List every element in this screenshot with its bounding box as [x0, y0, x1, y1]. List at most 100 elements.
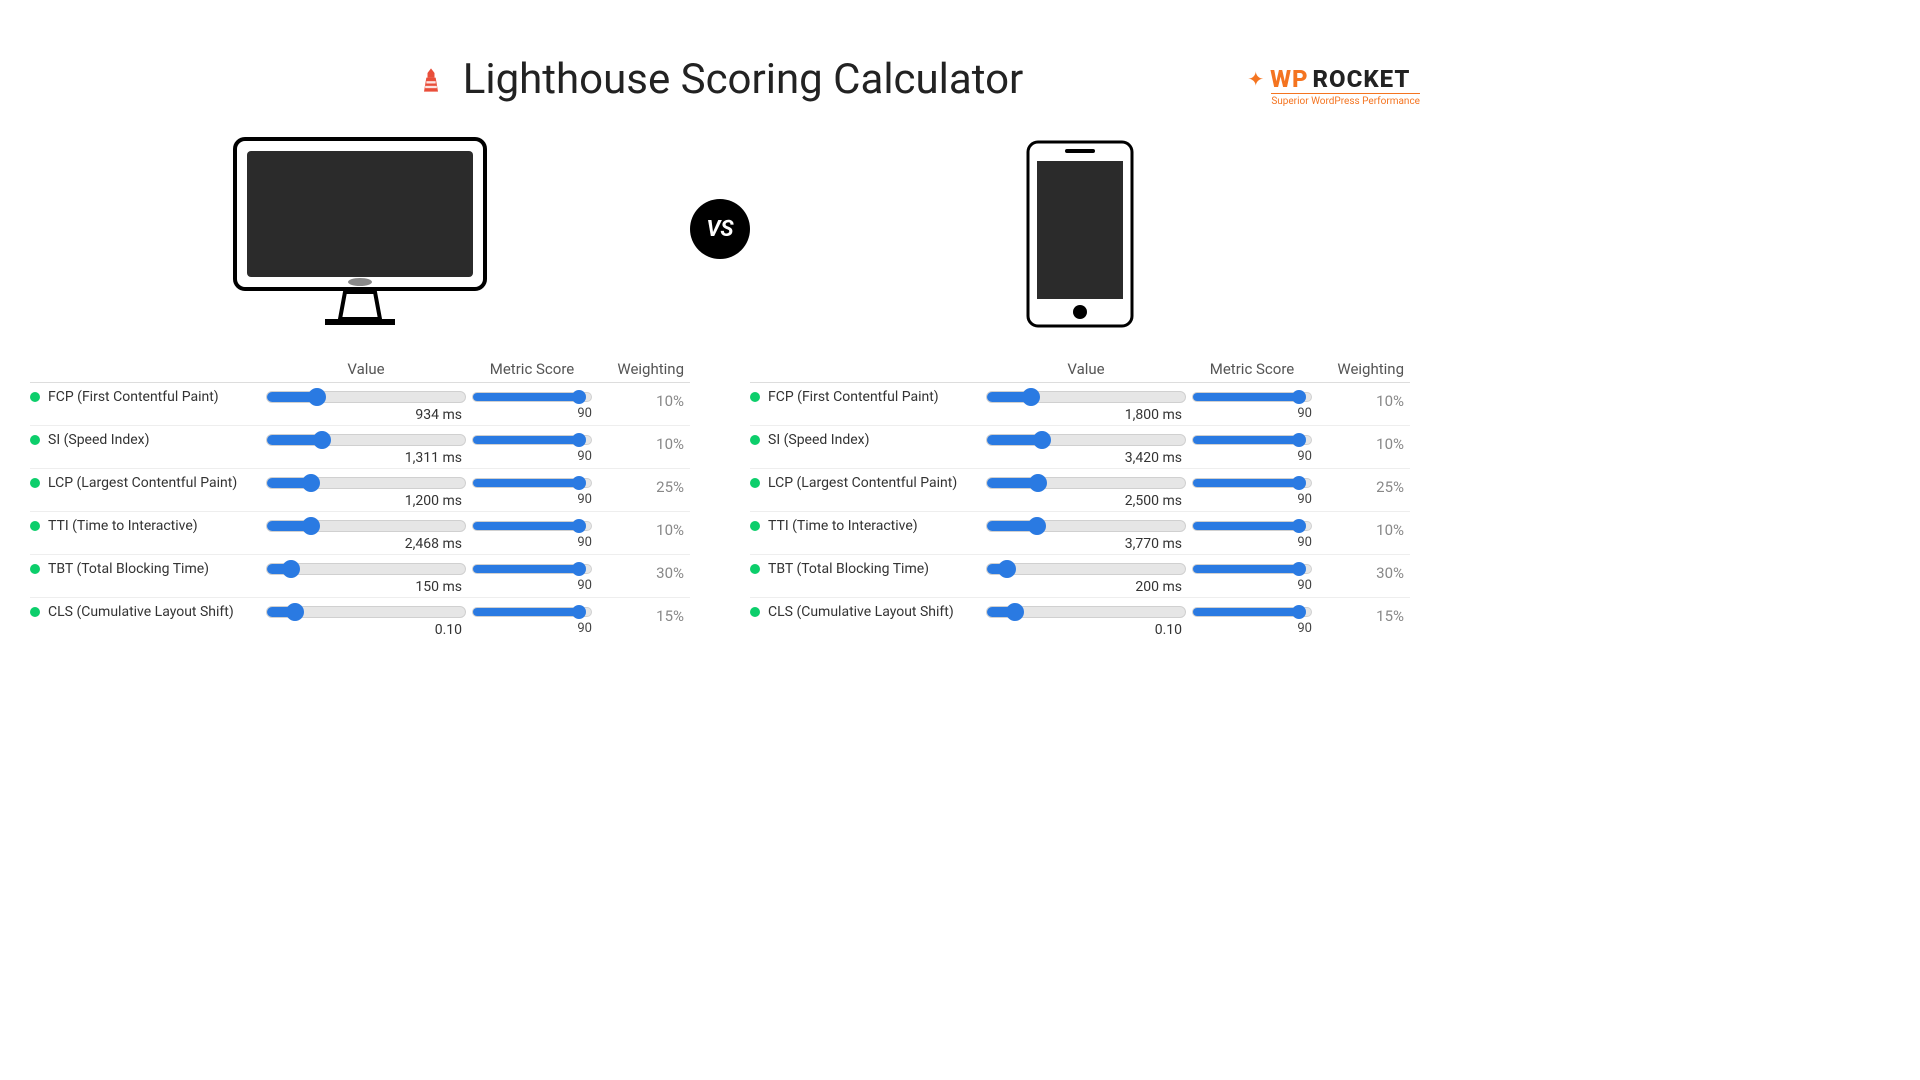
slider-thumb[interactable]: [313, 431, 331, 449]
score-cell: 90: [1192, 389, 1312, 421]
score-text: 90: [1297, 578, 1312, 593]
slider-thumb[interactable]: [572, 562, 586, 576]
value-cell: 1,311 ms: [266, 432, 466, 466]
score-text: 90: [1297, 449, 1312, 464]
slider-thumb[interactable]: [1292, 390, 1306, 404]
metric-label: SI (Speed Index): [750, 432, 980, 448]
score-slider[interactable]: [1192, 435, 1312, 445]
score-slider[interactable]: [1192, 478, 1312, 488]
status-dot-icon: [30, 392, 40, 402]
page-title-row: Lighthouse Scoring Calculator: [0, 55, 1440, 104]
value-slider[interactable]: [986, 606, 1186, 618]
mobile-icon: [1025, 139, 1135, 329]
slider-thumb[interactable]: [1292, 433, 1306, 447]
value-slider[interactable]: [986, 563, 1186, 575]
slider-thumb[interactable]: [1006, 603, 1024, 621]
slider-thumb[interactable]: [1292, 605, 1306, 619]
metric-label: TTI (Time to Interactive): [30, 518, 260, 534]
score-slider[interactable]: [472, 435, 592, 445]
status-dot-icon: [750, 564, 760, 574]
value-slider[interactable]: [266, 563, 466, 575]
score-text: 90: [577, 492, 592, 507]
slider-thumb[interactable]: [1028, 517, 1046, 535]
weight-text: 10%: [1318, 518, 1408, 539]
metric-row: LCP (Largest Contentful Paint) 2,500 ms90…: [750, 469, 1410, 512]
slider-thumb[interactable]: [572, 433, 586, 447]
score-cell: 90: [472, 475, 592, 507]
value-slider[interactable]: [986, 434, 1186, 446]
score-slider[interactable]: [472, 607, 592, 617]
score-slider[interactable]: [1192, 521, 1312, 531]
metric-label-text: TTI (Time to Interactive): [768, 518, 918, 534]
value-text: 1,311 ms: [266, 450, 466, 466]
score-cell: 90: [472, 432, 592, 464]
value-text: 1,200 ms: [266, 493, 466, 509]
logo-text-wp: WP: [1270, 65, 1308, 93]
score-slider[interactable]: [472, 564, 592, 574]
value-slider[interactable]: [986, 520, 1186, 532]
value-cell: 3,770 ms: [986, 518, 1186, 552]
metric-row: FCP (First Contentful Paint)934 ms9010%: [30, 383, 690, 426]
value-slider[interactable]: [986, 477, 1186, 489]
value-slider[interactable]: [266, 606, 466, 618]
value-slider[interactable]: [986, 391, 1186, 403]
table-headers: Value Metric Score Weighting: [750, 356, 1410, 383]
metric-label: FCP (First Contentful Paint): [30, 389, 260, 405]
metric-row: TBT (Total Blocking Time)200 ms9030%: [750, 555, 1410, 598]
metric-label-text: LCP (Largest Contentful Paint): [48, 475, 237, 491]
value-text: 150 ms: [266, 579, 466, 595]
slider-thumb[interactable]: [308, 388, 326, 406]
slider-thumb[interactable]: [1033, 431, 1051, 449]
weight-text: 25%: [1318, 475, 1408, 496]
value-text: 200 ms: [986, 579, 1186, 595]
metric-label-text: TTI (Time to Interactive): [48, 518, 198, 534]
value-cell: 2,500 ms: [986, 475, 1186, 509]
slider-thumb[interactable]: [302, 474, 320, 492]
value-cell: 1,200 ms: [266, 475, 466, 509]
score-slider[interactable]: [472, 392, 592, 402]
metric-row: CLS (Cumulative Layout Shift)0.109015%: [750, 598, 1410, 640]
slider-thumb[interactable]: [572, 519, 586, 533]
score-slider[interactable]: [1192, 564, 1312, 574]
value-cell: 3,420 ms: [986, 432, 1186, 466]
weight-text: 15%: [1318, 604, 1408, 625]
rocket-icon: ✦: [1247, 69, 1264, 89]
slider-thumb[interactable]: [572, 605, 586, 619]
header-weight: Weighting: [1318, 360, 1408, 378]
slider-thumb[interactable]: [572, 476, 586, 490]
score-slider[interactable]: [472, 521, 592, 531]
value-cell: 0.10: [266, 604, 466, 638]
metric-label-text: CLS (Cumulative Layout Shift): [48, 604, 234, 620]
value-slider[interactable]: [266, 477, 466, 489]
score-slider[interactable]: [1192, 392, 1312, 402]
slider-thumb[interactable]: [1292, 519, 1306, 533]
score-text: 90: [1297, 621, 1312, 636]
slider-thumb[interactable]: [302, 517, 320, 535]
brand-logo: ✦ WP ROCKET Superior WordPress Performan…: [1247, 65, 1420, 107]
value-slider[interactable]: [266, 520, 466, 532]
score-slider[interactable]: [472, 478, 592, 488]
metric-label: LCP (Largest Contentful Paint): [30, 475, 260, 491]
score-slider[interactable]: [1192, 607, 1312, 617]
slider-thumb[interactable]: [1292, 476, 1306, 490]
logo-text-rocket: ROCKET: [1313, 65, 1411, 93]
value-slider[interactable]: [266, 391, 466, 403]
slider-thumb[interactable]: [572, 390, 586, 404]
metric-label: LCP (Largest Contentful Paint): [750, 475, 980, 491]
slider-thumb[interactable]: [286, 603, 304, 621]
slider-thumb[interactable]: [998, 560, 1016, 578]
score-text: 90: [577, 535, 592, 550]
score-cell: 90: [1192, 432, 1312, 464]
status-dot-icon: [30, 478, 40, 488]
header-weight: Weighting: [598, 360, 688, 378]
metric-label: TTI (Time to Interactive): [750, 518, 980, 534]
slider-thumb[interactable]: [1029, 474, 1047, 492]
metric-label-text: SI (Speed Index): [48, 432, 149, 448]
weight-text: 10%: [598, 518, 688, 539]
slider-thumb[interactable]: [1292, 562, 1306, 576]
slider-thumb[interactable]: [282, 560, 300, 578]
slider-thumb[interactable]: [1022, 388, 1040, 406]
score-cell: 90: [1192, 475, 1312, 507]
metric-row: SI (Speed Index)1,311 ms9010%: [30, 426, 690, 469]
value-slider[interactable]: [266, 434, 466, 446]
